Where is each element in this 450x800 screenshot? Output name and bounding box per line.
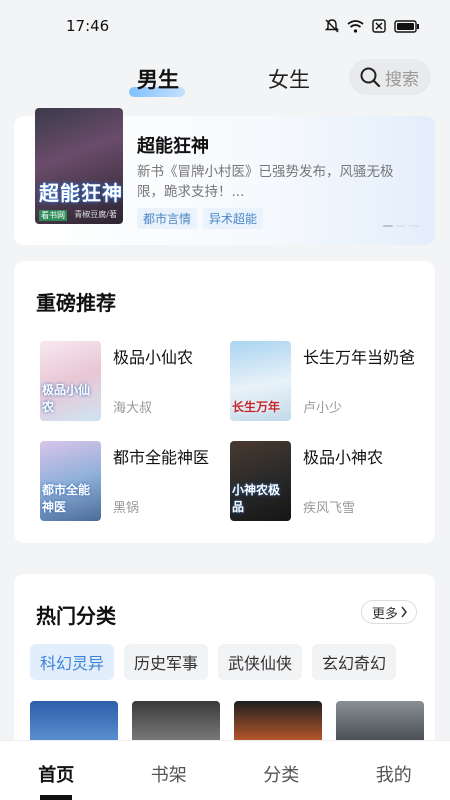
hot-categories-title: 热门分类 xyxy=(36,604,116,628)
category-chip[interactable]: 武侠仙侠 xyxy=(218,644,303,680)
tab-female-label: 女生 xyxy=(268,68,310,92)
featured-banner[interactable]: 超能狂神 看书网 青椒豆腐/著 超能狂神 新书《冒牌小村医》已强势发布，风骚无极… xyxy=(14,108,435,245)
wifi-icon xyxy=(347,19,364,33)
carousel-indicator xyxy=(383,225,419,227)
more-button[interactable]: 更多 xyxy=(360,600,417,624)
category-chip[interactable]: 科幻灵异 xyxy=(30,644,115,680)
book-cover-text: 都市全能神医 xyxy=(42,483,91,514)
chevron-right-icon xyxy=(401,606,407,618)
tab-male-label: 男生 xyxy=(137,68,179,92)
book-cover[interactable]: 极品小仙农 xyxy=(40,341,101,421)
book-title: 都市全能神医 xyxy=(113,448,210,467)
book-cover[interactable] xyxy=(234,701,322,741)
category-chips: 科幻灵异 历史军事 武侠仙侠 玄幻奇幻 xyxy=(30,644,397,680)
recommend-title: 重磅推荐 xyxy=(36,291,116,315)
category-book-covers xyxy=(30,701,424,741)
tab-female[interactable]: 女生 xyxy=(268,64,310,94)
book-cover[interactable]: 小神农极品 xyxy=(230,441,291,521)
book-item[interactable]: 长生万年 长生万年当奶爸 卢小少 xyxy=(230,341,420,427)
nav-mine[interactable]: 我的 xyxy=(338,741,450,800)
status-bar: 17:46 xyxy=(0,0,450,52)
nav-mine-label: 我的 xyxy=(375,765,412,786)
nav-category[interactable]: 分类 xyxy=(225,741,338,800)
sim-icon xyxy=(372,19,386,33)
status-icons xyxy=(325,19,420,33)
book-item[interactable]: 小神农极品 极品小神农 疾风飞雪 xyxy=(230,441,420,527)
carousel-dot xyxy=(409,225,419,227)
book-cover-text: 长生万年 xyxy=(232,400,281,414)
book-cover[interactable] xyxy=(30,701,118,741)
carousel-dot xyxy=(383,225,393,227)
book-cover[interactable]: 长生万年 xyxy=(230,341,291,421)
nav-home-label: 首页 xyxy=(38,765,75,786)
recommend-section: 重磅推荐 极品小仙农 极品小仙农 海大叔 长生万年 长生万年当奶爸 卢小少 都市… xyxy=(14,261,435,543)
nav-bookshelf-label: 书架 xyxy=(150,765,187,786)
book-author: 黑锅 xyxy=(113,501,140,516)
banner-tag[interactable]: 都市言情 xyxy=(137,208,198,229)
book-cover[interactable] xyxy=(336,701,424,741)
status-time: 17:46 xyxy=(66,17,110,35)
book-title: 长生万年当奶爸 xyxy=(303,348,416,367)
tab-male[interactable]: 男生 xyxy=(129,64,185,97)
nav-home[interactable]: 首页 xyxy=(0,741,113,800)
banner-book-title: 超能狂神 xyxy=(137,136,209,157)
bottom-nav: 首页 书架 分类 我的 xyxy=(0,740,450,800)
book-title: 极品小神农 xyxy=(303,448,384,467)
category-chip[interactable]: 玄幻奇幻 xyxy=(312,644,397,680)
mute-icon xyxy=(325,19,339,33)
nav-category-label: 分类 xyxy=(263,765,300,786)
book-cover-text: 小神农极品 xyxy=(232,483,281,514)
book-title: 极品小仙农 xyxy=(113,348,194,367)
banner-cover-image[interactable]: 超能狂神 看书网 青椒豆腐/著 xyxy=(35,108,123,224)
category-chip[interactable]: 历史军事 xyxy=(124,644,209,680)
battery-icon xyxy=(394,19,419,33)
banner-cover-title: 超能狂神 xyxy=(39,181,123,205)
book-item[interactable]: 都市全能神医 都市全能神医 黑锅 xyxy=(40,441,230,527)
top-nav: 男生 女生 搜索 xyxy=(0,52,450,104)
book-cover-text: 极品小仙农 xyxy=(42,383,91,414)
book-cover[interactable] xyxy=(132,701,220,741)
active-nav-indicator xyxy=(40,795,72,800)
more-label: 更多 xyxy=(371,606,398,622)
book-author: 疾风飞雪 xyxy=(303,501,356,516)
nav-bookshelf[interactable]: 书架 xyxy=(113,741,226,800)
book-author: 卢小少 xyxy=(303,401,343,416)
search-icon xyxy=(360,67,381,88)
banner-cover-author: 青椒豆腐/著 xyxy=(74,210,117,219)
banner-tag[interactable]: 异术超能 xyxy=(203,208,264,229)
banner-tags: 都市言情 异术超能 xyxy=(137,208,264,229)
carousel-dot xyxy=(396,225,406,227)
book-cover[interactable]: 都市全能神医 xyxy=(40,441,101,521)
banner-book-description: 新书《冒牌小村医》已强势发布，风骚无极限，跪求支持！... xyxy=(137,164,394,200)
book-item[interactable]: 极品小仙农 极品小仙农 海大叔 xyxy=(40,341,230,427)
banner-cover-badge: 看书网 xyxy=(39,210,67,221)
search-placeholder: 搜索 xyxy=(385,69,419,90)
book-author: 海大叔 xyxy=(113,401,153,416)
search-box[interactable]: 搜索 xyxy=(349,59,431,95)
